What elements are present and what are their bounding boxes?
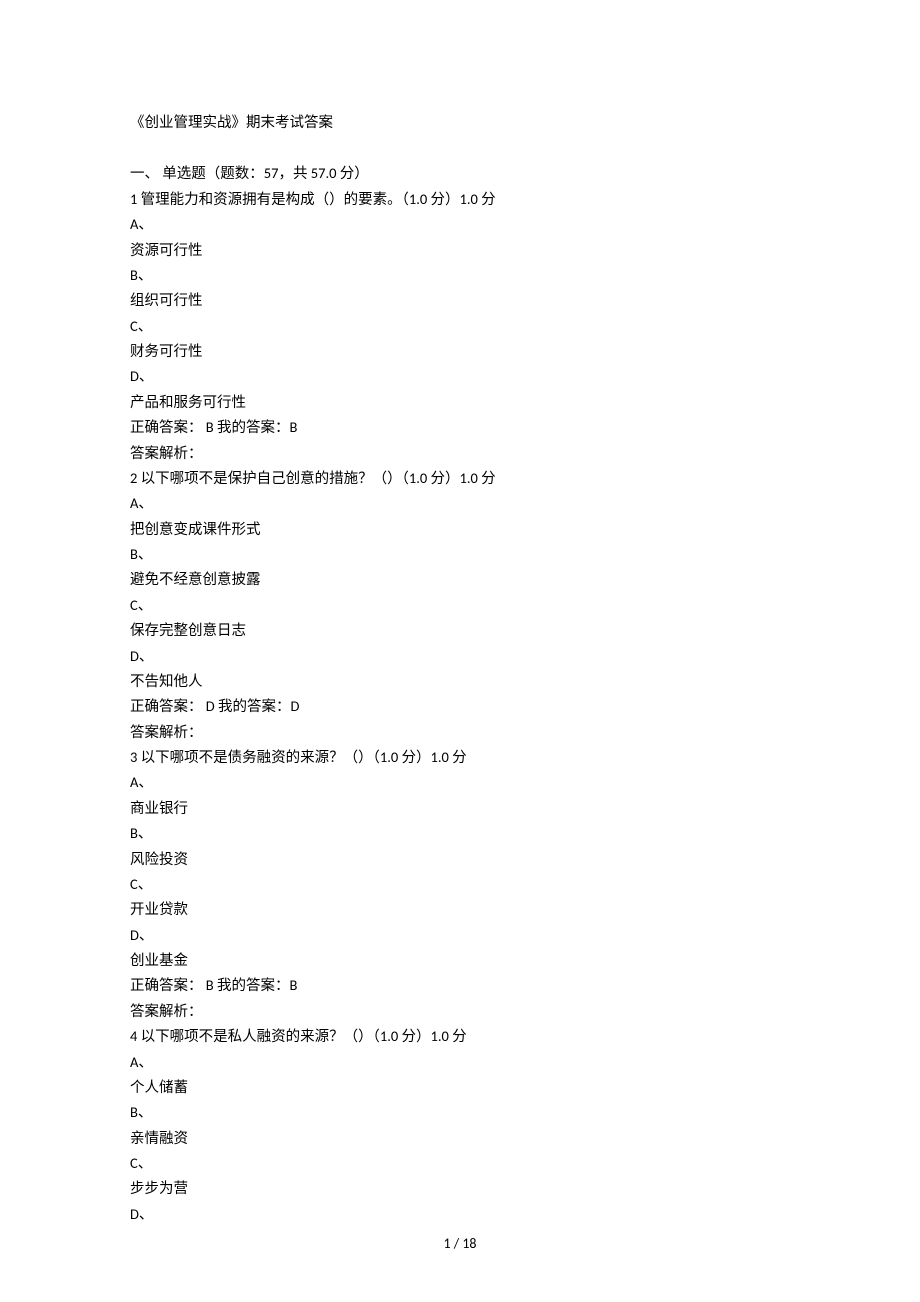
option-label: A、 [130, 1050, 790, 1075]
option-text: 避免不经意创意披露 [130, 567, 790, 592]
option-label: A、 [130, 491, 790, 516]
option-label: D、 [130, 923, 790, 948]
option-text: 开业贷款 [130, 897, 790, 922]
option-label: A、 [130, 770, 790, 795]
answer-line: 正确答案： D 我的答案：D [130, 694, 790, 719]
option-label: D、 [130, 1202, 790, 1227]
question-stem: 4 以下哪项不是私人融资的来源？（）（1.0 分）1.0 分 [130, 1024, 790, 1049]
document-title: 《创业管理实战》期末考试答案 [130, 110, 790, 135]
document-page: 《创业管理实战》期末考试答案 一、 单选题（题数：57，共 57.0 分） 1 … [0, 0, 920, 1302]
option-label: D、 [130, 644, 790, 669]
question-stem: 1 管理能力和资源拥有是构成（）的要素。（1.0 分）1.0 分 [130, 187, 790, 212]
analysis-line: 答案解析： [130, 441, 790, 466]
page-number: 1 / 18 [0, 1232, 920, 1257]
option-text: 保存完整创意日志 [130, 618, 790, 643]
option-text: 亲情融资 [130, 1126, 790, 1151]
option-text: 财务可行性 [130, 339, 790, 364]
option-text: 风险投资 [130, 847, 790, 872]
option-label: B、 [130, 821, 790, 846]
option-text: 把创意变成课件形式 [130, 517, 790, 542]
option-text: 创业基金 [130, 948, 790, 973]
option-text: 个人储蓄 [130, 1075, 790, 1100]
option-text: 组织可行性 [130, 288, 790, 313]
option-label: C、 [130, 593, 790, 618]
document-content: 《创业管理实战》期末考试答案 一、 单选题（题数：57，共 57.0 分） 1 … [130, 110, 790, 1227]
question-stem: 2 以下哪项不是保护自己创意的措施？（）（1.0 分）1.0 分 [130, 466, 790, 491]
option-label: C、 [130, 872, 790, 897]
option-label: A、 [130, 212, 790, 237]
option-label: B、 [130, 542, 790, 567]
option-label: C、 [130, 314, 790, 339]
option-text: 商业银行 [130, 796, 790, 821]
analysis-line: 答案解析： [130, 999, 790, 1024]
option-label: B、 [130, 263, 790, 288]
answer-line: 正确答案： B 我的答案：B [130, 973, 790, 998]
answer-line: 正确答案： B 我的答案：B [130, 415, 790, 440]
option-text: 步步为营 [130, 1176, 790, 1201]
option-text: 资源可行性 [130, 238, 790, 263]
option-text: 不告知他人 [130, 669, 790, 694]
option-label: B、 [130, 1100, 790, 1125]
option-label: C、 [130, 1151, 790, 1176]
section-heading: 一、 单选题（题数：57，共 57.0 分） [130, 161, 790, 186]
option-label: D、 [130, 364, 790, 389]
option-text: 产品和服务可行性 [130, 390, 790, 415]
question-stem: 3 以下哪项不是债务融资的来源？（）（1.0 分）1.0 分 [130, 745, 790, 770]
analysis-line: 答案解析： [130, 720, 790, 745]
